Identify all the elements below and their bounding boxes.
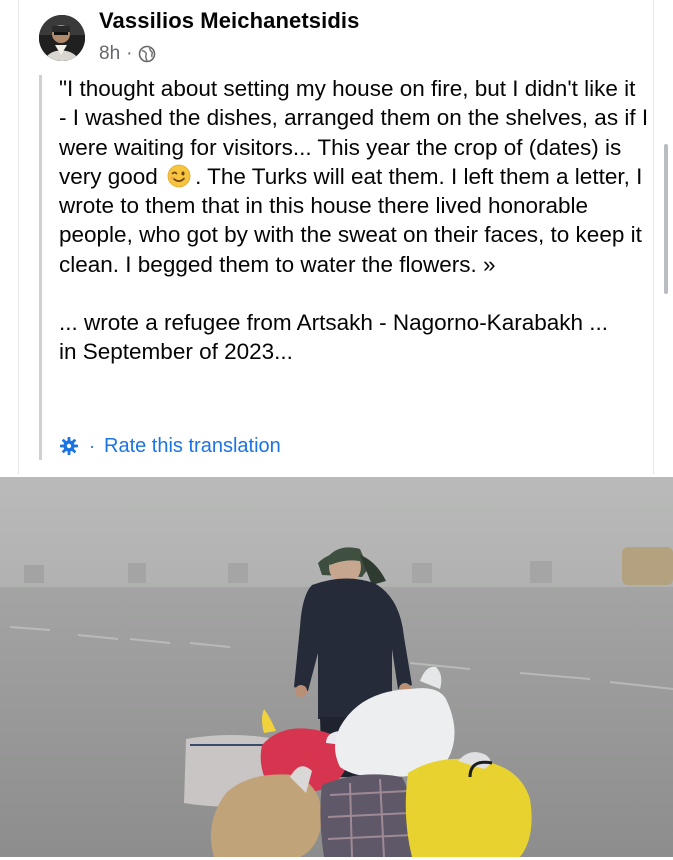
post-timestamp[interactable]: 8h [99,43,120,65]
photo-refugee-woman-with-bags [0,477,673,857]
post-paragraph-1: "I thought about setting my house on fir… [59,74,649,279]
card-border-left [18,0,19,474]
scrollbar-thumb[interactable] [664,144,668,294]
translation-row: · Rate this translation [59,433,281,459]
post-text: "I thought about setting my house on fir… [59,74,649,367]
post-meta: 8h · [99,43,156,65]
post-text-part-3: ... wrote a refugee from Artsakh - Nagor… [59,310,609,336]
globe-icon[interactable] [138,45,156,63]
winking-face-emoji-icon [166,164,193,188]
card-border-right [653,0,654,474]
post-card: Vassilios Meichanetsidis 8h · "I thought… [0,0,673,474]
post-paragraph-2: ... wrote a refugee from Artsakh - Nagor… [59,308,649,367]
meta-separator: · [126,43,133,64]
translation-separator: · [89,435,95,456]
avatar-photo [39,15,85,61]
avatar[interactable] [39,15,85,61]
author-name[interactable]: Vassilios Meichanetsidis [99,8,359,34]
gear-icon[interactable] [59,436,79,456]
rate-translation-link[interactable]: Rate this translation [104,435,281,458]
post-text-part-4: in September of 2023... [59,339,293,365]
post-photo[interactable] [0,477,673,857]
translation-quote-bar [39,75,42,460]
